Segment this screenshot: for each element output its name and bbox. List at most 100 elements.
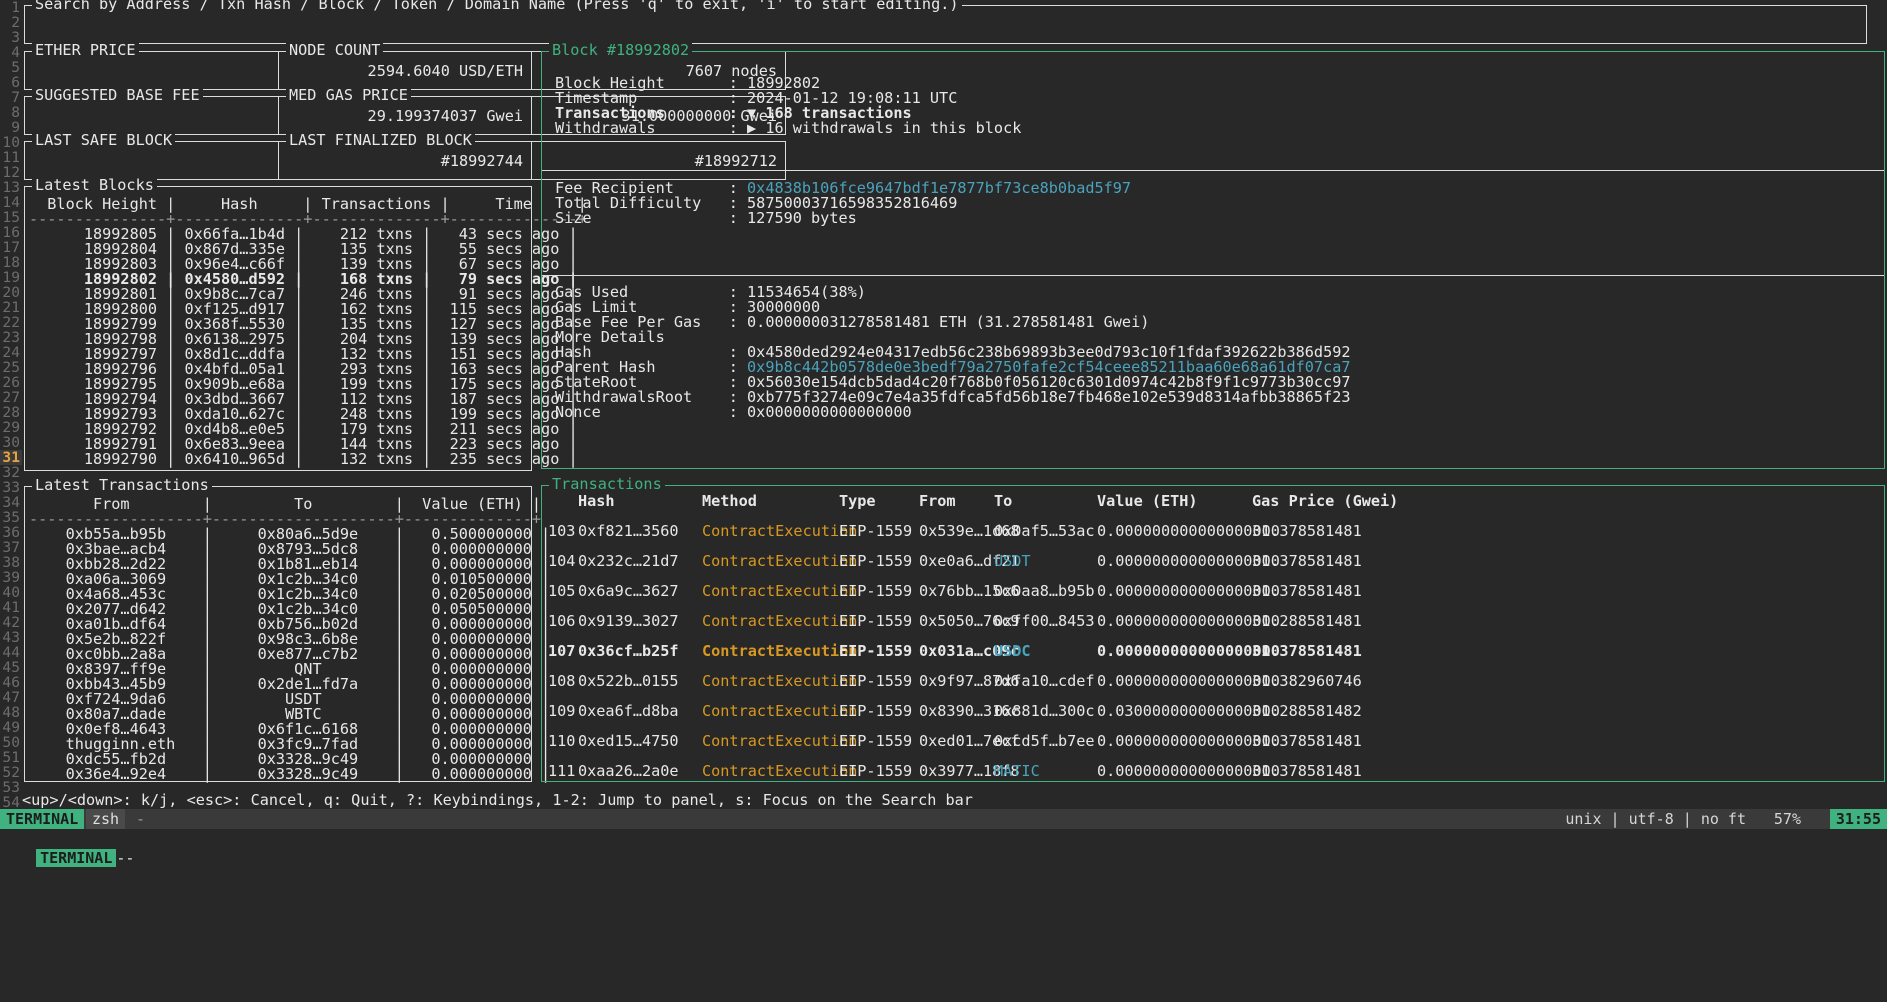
transaction-to[interactable]: 0x0aa8…b95b [994, 583, 1095, 599]
line-number: 29 [2, 419, 20, 436]
line-number: 52 [2, 764, 20, 781]
transaction-row[interactable]: 105 0x6a9c…3627 ContractExecution EIP-1559 0… [542, 582, 1882, 600]
transactions-panel-title: Transactions [549, 476, 665, 492]
bottom-rest: -- [116, 849, 135, 867]
field-value: 0x0000000000000000 [747, 403, 912, 421]
latest-transaction-row[interactable]: 0x36e4…92e4 | 0x3328…9c49 | 0.000000000 … [29, 766, 551, 782]
transaction-method: ContractExecution [702, 702, 858, 720]
transactions-column-header: To [994, 492, 1013, 510]
block-detail-field: Size : 127590 bytes [555, 209, 1131, 227]
transaction-to[interactable]: 0xcd5f…b7ee [994, 733, 1095, 749]
transaction-row[interactable]: 111 0xaa26…2a0e ContractExecution EIP-1559 0… [542, 762, 1882, 780]
search-bar[interactable]: Search by Address / Txn Hash / Block / T… [24, 0, 1867, 44]
transaction-row[interactable]: 103 0xf821…3560 ContractExecution EIP-1559 0… [542, 522, 1882, 540]
line-number: 37 [2, 539, 20, 556]
transaction-row[interactable]: 109 0xea6f…d8ba ContractExecution EIP-1559 0… [542, 702, 1882, 720]
transactions-column-header: Hash [578, 492, 615, 510]
transaction-hash[interactable]: 0x232c…21d7 [578, 553, 679, 569]
transaction-type: EIP-1559 [839, 762, 913, 780]
latest-block-row[interactable]: 18992790 | 0x6410…965d | 132 txns | 235 … [29, 451, 578, 467]
line-number: 49 [2, 719, 20, 736]
latest-blocks-panel[interactable]: Latest Blocks Block Height | Hash | Tran… [24, 177, 587, 471]
transaction-hash[interactable]: 0xf821…3560 [578, 523, 679, 539]
transaction-gas-price: 31.382960746 [1252, 672, 1362, 690]
field-colon: : [728, 403, 748, 421]
transaction-hash[interactable]: 0xaa26…2a0e [578, 763, 679, 779]
line-number: 32 [2, 464, 20, 481]
transaction-type: EIP-1559 [839, 582, 913, 600]
transaction-hash[interactable]: 0x36cf…b25f [578, 643, 679, 659]
line-number: 42 [2, 614, 20, 631]
transaction-type: EIP-1559 [839, 672, 913, 690]
line-number: 19 [2, 269, 20, 286]
transaction-method: ContractExecution [702, 612, 858, 630]
expand-collapse-right-icon[interactable]: ▶ [747, 119, 765, 137]
block-detail-gas-fields: Gas Used : 11534654(38%) Gas Limit : 3000… [555, 284, 1351, 421]
transaction-type: EIP-1559 [839, 702, 913, 720]
transaction-to[interactable]: 0xfa10…cdef [994, 673, 1095, 689]
field-label: Withdrawals [555, 119, 729, 137]
line-number: 8 [11, 104, 20, 121]
transaction-hash[interactable]: 0xed15…4750 [578, 733, 679, 749]
transactions-panel[interactable]: Transactions Hash Method Type From To Value (… [541, 476, 1885, 782]
line-number: 7 [11, 89, 20, 106]
line-number: 53 [2, 779, 20, 796]
line-number: 35 [2, 509, 20, 526]
transaction-gas-price: 31.378581481 [1252, 582, 1362, 600]
transaction-type: EIP-1559 [839, 642, 913, 660]
line-number: 40 [2, 584, 20, 601]
transaction-method: ContractExecution [702, 552, 858, 570]
transaction-row[interactable]: 107 0x36cf…b25f ContractExecution EIP-1559 0… [542, 642, 1882, 660]
line-number: 6 [11, 74, 20, 91]
last-finalized-block-label: LAST FINALIZED BLOCK [286, 132, 475, 148]
transaction-gas-price: 31.378581481 [1252, 732, 1362, 750]
last-safe-block-label: LAST SAFE BLOCK [32, 132, 176, 148]
line-number: 48 [2, 704, 20, 721]
transaction-index: 108 [548, 672, 576, 690]
transaction-method: ContractExecution [702, 672, 858, 690]
transaction-to[interactable]: 0x0af5…53ac [994, 523, 1095, 539]
line-number: 3 [11, 29, 20, 46]
transaction-index: 109 [548, 702, 576, 720]
transaction-hash[interactable]: 0xea6f…d8ba [578, 703, 679, 719]
transaction-hash[interactable]: 0x522b…0155 [578, 673, 679, 689]
suggested-base-fee-label: SUGGESTED BASE FEE [32, 87, 203, 103]
transaction-row[interactable]: 104 0x232c…21d7 ContractExecution EIP-1559 0… [542, 552, 1882, 570]
latest-transactions-rows: 0xb55a…b95b | 0x80a6…5d9e | 0.500000000 … [29, 526, 551, 782]
block-detail-field: Withdrawals : ▶ 16 withdrawals in this b… [555, 119, 1021, 137]
line-number: 51 [2, 749, 20, 766]
transaction-to[interactable]: MATIC [994, 763, 1040, 779]
transaction-row[interactable]: 110 0xed15…4750 ContractExecution EIP-1559 0… [542, 732, 1882, 750]
line-number: 18 [2, 254, 20, 271]
transaction-row[interactable]: 108 0x522b…0155 ContractExecution EIP-1559 0… [542, 672, 1882, 690]
line-number: 33 [2, 479, 20, 496]
block-detail-title: Block #18992802 [549, 42, 693, 58]
transaction-index: 111 [548, 762, 576, 780]
line-number: 28 [2, 404, 20, 421]
status-window-name[interactable]: zsh [86, 809, 126, 829]
transaction-to[interactable]: 0x881d…300c [994, 703, 1095, 719]
status-session-name[interactable]: TERMINAL [0, 809, 85, 829]
tmux-status-line: TERMINAL zsh - unix | utf-8 | no ft 57% … [0, 809, 1887, 829]
transaction-to[interactable]: 0xff00…8453 [994, 613, 1095, 629]
field-label: Size [555, 209, 729, 227]
search-input-placeholder[interactable]: Search by Address / Txn Hash / Block / T… [32, 0, 962, 12]
latest-transactions-panel[interactable]: Latest Transactions From | To | Value (E… [24, 477, 550, 782]
transaction-row[interactable]: 106 0x9139…3027 ContractExecution EIP-1559 0… [542, 612, 1882, 630]
block-detail-panel[interactable]: Block #18992802 Block Height : 18992802 T… [541, 42, 1885, 469]
transaction-hash[interactable]: 0x9139…3027 [578, 613, 679, 629]
transaction-gas-price: 31.378581481 [1252, 522, 1362, 540]
transaction-index: 104 [548, 552, 576, 570]
line-number: 45 [2, 659, 20, 676]
terminal-screen: 1 2 3 4 5 6 7 8 9 10 11 12 13 14 15 16 17 18 19 20 21 22 23 24 2… [0, 0, 1887, 1002]
transaction-hash[interactable]: 0x6a9c…3627 [578, 583, 679, 599]
transaction-to[interactable]: USDC [994, 643, 1031, 659]
line-number: 15 [2, 209, 20, 226]
line-number: 1 [11, 0, 20, 16]
line-number: 36 [2, 524, 20, 541]
keybinding-help-bar: <up>/<down>: k/j, <esc>: Cancel, q: Quit… [22, 791, 973, 809]
status-extra: - [130, 809, 152, 829]
line-number: 44 [2, 644, 20, 661]
transaction-index: 106 [548, 612, 576, 630]
transaction-to[interactable]: USDT [994, 553, 1031, 569]
